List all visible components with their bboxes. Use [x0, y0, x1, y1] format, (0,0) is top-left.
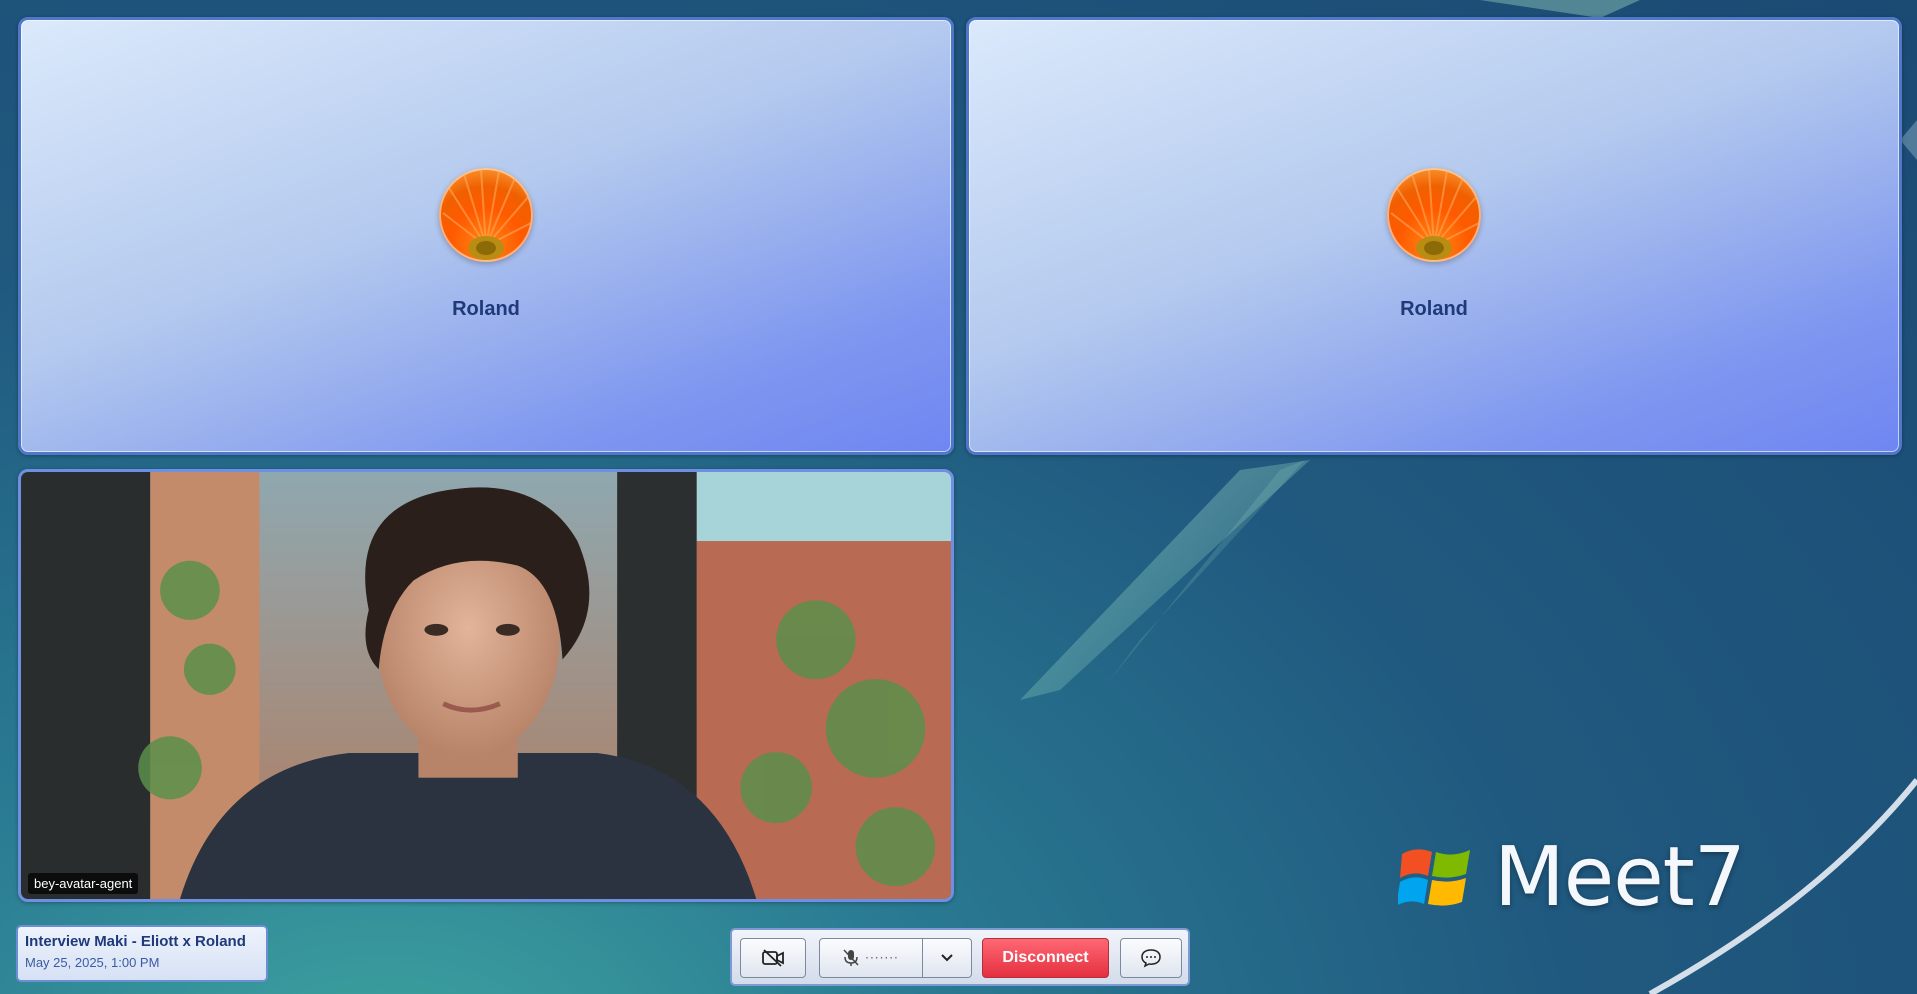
participant-name: Roland — [1400, 298, 1468, 320]
microphone-toggle-button[interactable]: ······· — [819, 938, 923, 978]
participant-name: Roland — [452, 298, 520, 320]
meeting-title: Interview Maki - Eliott x Roland — [25, 933, 246, 950]
mic-muted-icon — [843, 949, 859, 966]
participant-tile[interactable]: Roland — [966, 17, 1902, 455]
disconnect-button[interactable]: Disconnect — [982, 938, 1109, 978]
mic-level-indicator: ······· — [865, 951, 899, 965]
participant-tile[interactable]: Roland — [18, 17, 954, 455]
call-toolbar: ······· Disconnect — [730, 928, 1190, 986]
video-tile[interactable]: bey-avatar-agent — [18, 469, 954, 902]
orange-flower-avatar — [439, 168, 533, 262]
microphone-options-dropdown[interactable] — [922, 938, 972, 978]
meeting-date: May 25, 2025, 1:00 PM — [25, 955, 160, 970]
participant-video — [21, 472, 951, 899]
windows-flag-icon — [1398, 848, 1470, 906]
chat-button[interactable] — [1120, 938, 1182, 978]
camera-off-icon — [762, 949, 784, 967]
chat-bubble-icon — [1141, 949, 1161, 968]
meet7-logo: Meet7 — [1398, 830, 1746, 925]
meeting-info-card: Interview Maki - Eliott x Roland May 25,… — [16, 925, 268, 982]
camera-toggle-button[interactable] — [740, 938, 806, 978]
orange-flower-avatar — [1387, 168, 1481, 262]
chevron-down-icon — [941, 954, 953, 962]
video-name-label: bey-avatar-agent — [28, 873, 139, 894]
brand-name: Meet7 — [1494, 830, 1746, 925]
